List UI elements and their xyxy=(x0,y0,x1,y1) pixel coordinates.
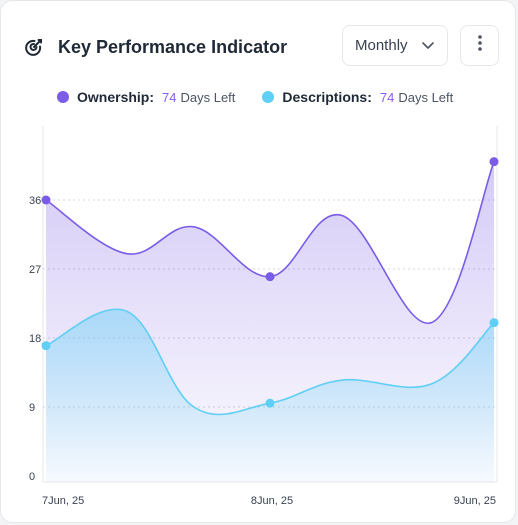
legend-days-value: 74 xyxy=(379,89,395,105)
descriptions-point[interactable] xyxy=(41,341,51,351)
legend-dot-descriptions xyxy=(262,91,275,103)
ownership-line xyxy=(45,161,495,324)
legend-label: Descriptions: xyxy=(282,89,372,105)
ownership-point[interactable] xyxy=(265,272,275,282)
card-title: Key Performance Indicator xyxy=(58,36,288,57)
y-tick-label: 0 xyxy=(29,471,35,483)
x-tick-label: 7Jun, 25 xyxy=(42,495,84,507)
y-tick-label: 36 xyxy=(29,195,41,207)
descriptions-line xyxy=(45,308,495,416)
legend-label: Ownership: xyxy=(77,89,155,105)
kpi-card: Key Performance Indicator Monthly Owners… xyxy=(0,0,516,523)
y-tick-label: 9 xyxy=(29,402,35,414)
kpi-area-chart: 0 9 18 27 36 7Jun, 25 8Jun, 25 9Jun, 25 xyxy=(29,126,499,507)
x-tick-label: 9Jun, 25 xyxy=(454,495,496,507)
descriptions-area xyxy=(46,309,494,482)
descriptions-point[interactable] xyxy=(265,398,275,408)
legend-days-suffix: Days Left xyxy=(180,89,236,105)
chart-legend: Ownership: 74 Days Left Descriptions: 74… xyxy=(57,89,453,105)
y-tick-label: 27 xyxy=(29,264,41,276)
legend-days-value: 74 xyxy=(162,89,177,105)
card-header: Key Performance Indicator xyxy=(23,31,287,63)
ownership-point[interactable] xyxy=(41,195,51,205)
ownership-area xyxy=(46,161,494,482)
legend-days-suffix: Days Left xyxy=(398,89,454,105)
legend-item-ownership[interactable]: Ownership: 74 Days Left xyxy=(57,89,235,105)
legend-dot-ownership xyxy=(57,91,69,103)
ownership-point[interactable] xyxy=(489,157,499,167)
kebab-menu-icon xyxy=(477,34,483,57)
chevron-down-icon xyxy=(421,38,435,52)
descriptions-point[interactable] xyxy=(489,318,499,328)
period-select-value: Monthly xyxy=(355,37,408,54)
target-icon xyxy=(23,36,45,58)
more-options-button[interactable] xyxy=(460,25,499,66)
period-select[interactable]: Monthly xyxy=(342,25,448,66)
x-tick-label: 8Jun, 25 xyxy=(251,495,293,507)
legend-item-descriptions[interactable]: Descriptions: 74 Days Left xyxy=(262,89,453,105)
y-tick-label: 18 xyxy=(29,333,41,345)
